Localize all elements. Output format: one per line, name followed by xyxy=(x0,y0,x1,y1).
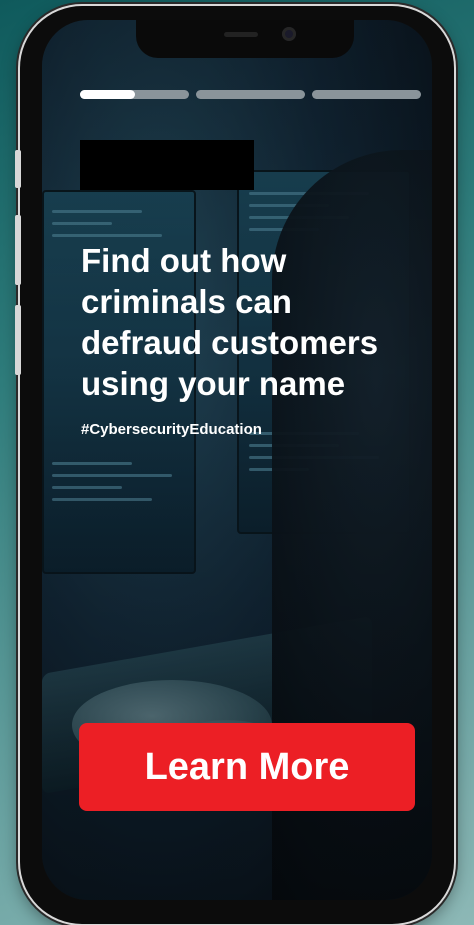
volume-up-button xyxy=(15,215,21,285)
phone-notch xyxy=(136,20,354,58)
story-progress-fill-1 xyxy=(80,90,135,99)
front-camera xyxy=(282,27,296,41)
learn-more-button[interactable]: Learn More xyxy=(79,723,415,811)
headline: Find out how criminals can defraud custo… xyxy=(81,242,379,402)
speaker-grille xyxy=(224,32,258,37)
story-progress-segment-2 xyxy=(196,90,305,99)
volume-down-button xyxy=(15,305,21,375)
silent-switch xyxy=(15,150,21,188)
story-progress-segment-3 xyxy=(312,90,421,99)
story-progress-segment-1 xyxy=(80,90,189,99)
brand-logo-placeholder xyxy=(80,140,254,190)
hashtag: #CybersecurityEducation xyxy=(81,421,262,438)
